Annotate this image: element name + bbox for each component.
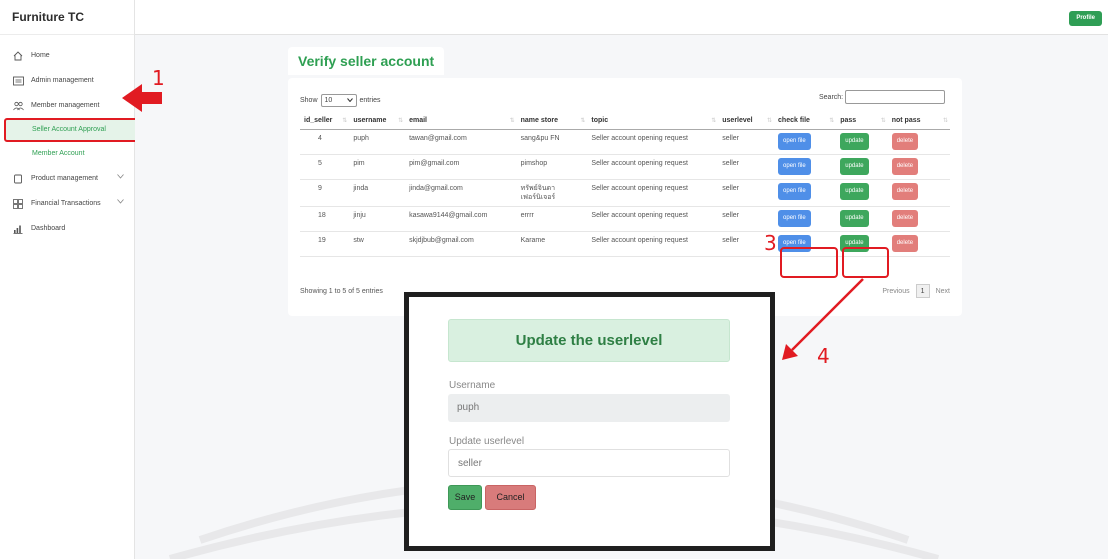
annotation-arrow-4 bbox=[782, 278, 864, 360]
